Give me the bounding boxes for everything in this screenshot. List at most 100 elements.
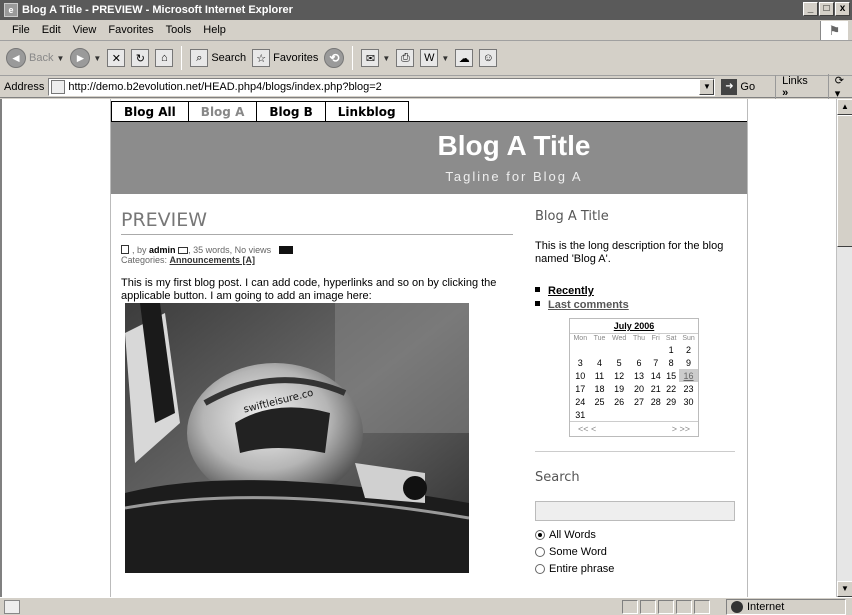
calendar-day: 27 — [634, 396, 645, 407]
maximize-button[interactable]: □ — [819, 2, 834, 16]
calendar-day: 1 — [668, 344, 674, 355]
post-body: This is my first blog post. I can add co… — [121, 277, 497, 302]
recently-link[interactable]: Recently — [548, 285, 594, 297]
security-zone[interactable]: Internet — [726, 599, 846, 615]
address-dropdown-button[interactable]: ▼ — [699, 78, 715, 95]
close-button[interactable]: x — [835, 2, 850, 16]
page-icon — [51, 79, 66, 94]
calendar-day — [648, 343, 663, 356]
scroll-thumb[interactable] — [837, 115, 852, 247]
favorites-button[interactable]: ☆ Favorites — [252, 49, 318, 67]
search-label: Search — [211, 52, 247, 64]
chevron-down-icon: ▼ — [382, 53, 391, 63]
page-viewport: Blog All Blog A Blog B Linkblog Blog A T… — [0, 99, 836, 597]
stop-button[interactable]: ✕ — [107, 49, 126, 67]
calendar-week: 3 4 5 678 9 — [570, 356, 698, 369]
search-button[interactable]: ⌕ Search — [190, 49, 246, 67]
camera-icon — [278, 246, 293, 254]
menu-tools[interactable]: Tools — [160, 24, 198, 36]
calendar-weekday: Mon — [573, 335, 588, 342]
mail-icon[interactable] — [178, 247, 189, 254]
status-pane — [658, 600, 674, 614]
permalink-icon[interactable] — [121, 245, 129, 254]
calendar-day[interactable]: 16 — [679, 369, 698, 382]
radio-icon[interactable] — [535, 546, 545, 557]
mail-button[interactable]: ✉ ▼ — [361, 49, 390, 67]
calendar-day: 31 — [575, 409, 586, 420]
option-entire-phrase[interactable]: Entire phrase — [535, 560, 735, 577]
calendar-next[interactable]: > >> — [672, 424, 690, 434]
calendar-week: 12 — [570, 343, 698, 356]
back-button[interactable]: ◄ Back ▼ — [6, 48, 64, 68]
radio-icon[interactable] — [535, 563, 545, 574]
mail-icon: ✉ — [361, 49, 380, 67]
calendar-weekday: Sun — [682, 335, 695, 342]
tab-linkblog[interactable]: Linkblog — [325, 101, 409, 121]
calendar-day: 26 — [614, 396, 625, 407]
menu-edit[interactable]: Edit — [36, 24, 67, 36]
calendar-prev[interactable]: << < — [578, 424, 596, 434]
calendar-day — [570, 343, 591, 356]
links-more[interactable]: » — [782, 87, 788, 99]
calendar-month[interactable]: July 2006 — [570, 319, 698, 334]
calendar-day — [663, 408, 679, 421]
post-author[interactable]: admin — [149, 245, 176, 255]
calendar-grid: Mon Tue Wed Thu Fri Sat Sun 1 2 3 4 5 6 7 8 9 10 11 12 13 1… — [570, 334, 698, 421]
calendar: July 2006 Mon Tue Wed Thu Fri Sat Sun 12345678… — [569, 318, 699, 437]
tab-blog-all[interactable]: Blog All — [111, 101, 189, 121]
option-all-words[interactable]: All Words — [535, 526, 735, 543]
calendar-day — [608, 343, 630, 356]
option-label: Some Word — [549, 545, 607, 558]
window-title: Blog A Title - PREVIEW - Microsoft Inter… — [22, 4, 293, 16]
go-arrow-icon: ➜ — [721, 78, 738, 95]
discuss-button[interactable]: ☁ — [455, 49, 474, 67]
option-label: Entire phrase — [549, 562, 615, 575]
tab-blog-a[interactable]: Blog A — [188, 101, 258, 121]
radio-checked-icon[interactable] — [535, 529, 545, 540]
calendar-day: 9 — [686, 357, 692, 368]
refresh-button[interactable]: ↻ — [131, 49, 150, 67]
forward-button[interactable]: ► ▼ — [70, 48, 101, 68]
search-input[interactable] — [535, 501, 735, 521]
links-toolbar[interactable]: Links » — [775, 74, 816, 99]
option-some-word[interactable]: Some Word — [535, 543, 735, 560]
divider — [535, 451, 735, 452]
toolbar-separator — [352, 46, 354, 70]
status-pane — [676, 600, 692, 614]
post-meta: , by admin , 35 words, No views Categori… — [121, 245, 513, 265]
blog-title[interactable]: Blog A Title — [111, 130, 747, 162]
messenger-button[interactable]: ☺ — [479, 49, 498, 67]
menu-view[interactable]: View — [67, 24, 103, 36]
menu-help[interactable]: Help — [197, 24, 232, 36]
sidebar-links: Recently Last comments — [535, 284, 735, 312]
back-arrow-icon: ◄ — [6, 48, 26, 68]
print-button[interactable]: ⎙ — [396, 49, 415, 67]
calendar-day: 13 — [634, 370, 645, 381]
extra-toolbar-button[interactable]: ⟳ ▾ — [827, 73, 852, 100]
address-url[interactable]: http://demo.b2evolution.net/HEAD.php4/bl… — [68, 81, 381, 93]
last-comments-link[interactable]: Last comments — [548, 299, 629, 311]
go-button[interactable]: ➜ Go — [721, 78, 755, 95]
status-bar: Internet — [0, 597, 852, 615]
menu-favorites[interactable]: Favorites — [102, 24, 159, 36]
vertical-scrollbar[interactable]: ▲ ▼ — [836, 99, 852, 597]
edit-button[interactable]: W ▼ — [420, 49, 449, 67]
sidebar-description: This is the long description for the blo… — [535, 240, 724, 265]
tab-blog-b[interactable]: Blog B — [257, 101, 326, 121]
minimize-button[interactable]: _ — [803, 2, 818, 16]
home-button[interactable]: ⌂ — [155, 49, 174, 67]
sidebar-title: Blog A Title — [535, 209, 609, 224]
calendar-day: 28 — [650, 396, 661, 407]
calendar-day — [591, 408, 609, 421]
history-button[interactable]: ⟲ — [324, 48, 345, 68]
scroll-up-button[interactable]: ▲ — [837, 99, 852, 115]
calendar-day: 11 — [594, 370, 605, 381]
calendar-weekday: Sat — [665, 335, 677, 342]
address-input[interactable]: http://demo.b2evolution.net/HEAD.php4/bl… — [48, 77, 716, 96]
category-link[interactable]: Announcements [A] — [170, 255, 256, 265]
menu-file[interactable]: File — [6, 24, 36, 36]
calendar-day: 20 — [634, 383, 645, 394]
calendar-days: 1 2 3 4 5 6 7 8 9 10 11 12 13 14 15 16 17 18 19 20 21 22 23 24 2… — [570, 343, 698, 421]
calendar-week: 31 — [570, 408, 698, 421]
scroll-down-button[interactable]: ▼ — [837, 581, 852, 597]
